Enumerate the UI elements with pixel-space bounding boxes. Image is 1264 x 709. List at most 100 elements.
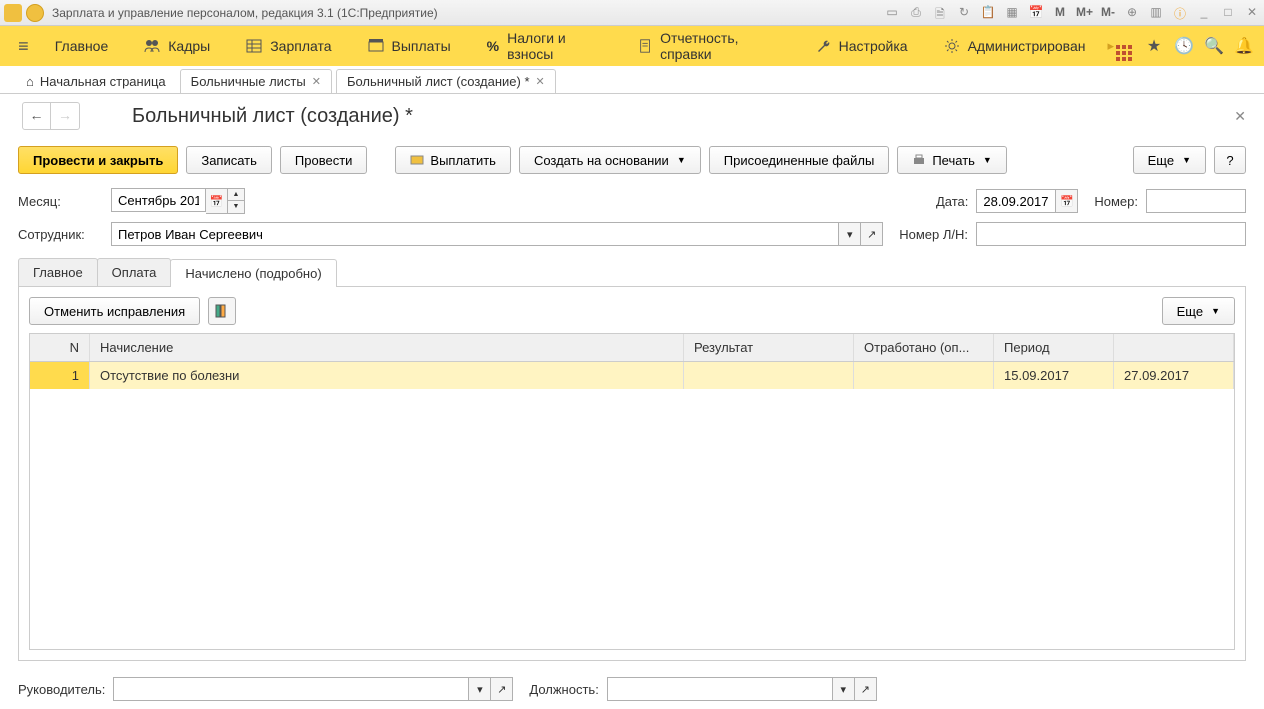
pay-button[interactable]: Выплатить bbox=[395, 146, 511, 174]
calc-icon[interactable]: ▦ bbox=[1004, 5, 1020, 21]
window-title: Зарплата и управление персоналом, редакц… bbox=[52, 6, 884, 20]
print-icon[interactable]: ⎙ bbox=[908, 5, 924, 21]
table-icon bbox=[246, 38, 262, 54]
menu-hr[interactable]: Кадры bbox=[126, 26, 228, 66]
calendar-button[interactable]: 📅 bbox=[1056, 189, 1078, 213]
close-icon[interactable]: ✕ bbox=[312, 75, 321, 88]
month-spinner[interactable]: ▲▼ bbox=[228, 188, 245, 214]
ln-input[interactable] bbox=[976, 222, 1246, 246]
nav-back-button[interactable]: ← bbox=[23, 103, 51, 129]
menu-main[interactable]: Главное bbox=[37, 26, 127, 66]
post-button[interactable]: Провести bbox=[280, 146, 368, 174]
close-icon[interactable]: ✕ bbox=[536, 75, 545, 88]
dropdown-button[interactable]: ▾ bbox=[833, 677, 855, 701]
spinner-up[interactable]: ▲ bbox=[228, 189, 244, 201]
inner-tabs: Главное Оплата Начислено (подробно) bbox=[18, 258, 1246, 287]
chevron-down-icon: ▼ bbox=[1211, 306, 1220, 316]
app-menu-button[interactable] bbox=[26, 4, 44, 22]
nav-buttons: ← → bbox=[22, 102, 80, 130]
print-button[interactable]: Печать▼ bbox=[897, 146, 1007, 174]
employee-input[interactable] bbox=[111, 222, 839, 246]
manager-label: Руководитель: bbox=[18, 682, 105, 697]
zoom-icon[interactable]: ⊕ bbox=[1124, 5, 1140, 21]
cell-n: 1 bbox=[30, 362, 90, 389]
more-button[interactable]: Еще▼ bbox=[1133, 146, 1206, 174]
close-window-icon[interactable]: ✕ bbox=[1244, 5, 1260, 21]
tab-sick-create[interactable]: Больничный лист (создание) * ✕ bbox=[336, 69, 556, 93]
memory-mminus[interactable]: M- bbox=[1100, 5, 1116, 21]
dropdown-button[interactable]: ▾ bbox=[839, 222, 861, 246]
table-row[interactable]: 1 Отсутствие по болезни 15.09.2017 27.09… bbox=[30, 362, 1234, 389]
cell-period-to: 27.09.2017 bbox=[1114, 362, 1234, 389]
calendar-button[interactable]: 📅 bbox=[206, 188, 228, 214]
header-period-to[interactable] bbox=[1114, 334, 1234, 361]
menu-admin[interactable]: Администрирован bbox=[926, 26, 1104, 66]
attached-files-button[interactable]: Присоединенные файлы bbox=[709, 146, 890, 174]
help-button[interactable]: ? bbox=[1214, 146, 1246, 174]
save-button[interactable]: Записать bbox=[186, 146, 272, 174]
cell-accrual: Отсутствие по болезни bbox=[90, 362, 684, 389]
panels-icon[interactable]: ▥ bbox=[1148, 5, 1164, 21]
nav-forward-button[interactable]: → bbox=[51, 103, 79, 129]
post-and-close-button[interactable]: Провести и закрыть bbox=[18, 146, 178, 174]
number-input[interactable] bbox=[1146, 189, 1246, 213]
tab-sick-list[interactable]: Больничные листы ✕ bbox=[180, 69, 332, 93]
inner-tab-payment[interactable]: Оплата bbox=[97, 258, 172, 286]
new-icon[interactable]: ▭ bbox=[884, 5, 900, 21]
dropdown-button[interactable]: ▾ bbox=[469, 677, 491, 701]
position-input[interactable] bbox=[607, 677, 833, 701]
menu-settings[interactable]: Настройка bbox=[797, 26, 926, 66]
menu-salary[interactable]: Зарплата bbox=[228, 26, 349, 66]
app-icon bbox=[4, 4, 22, 22]
table-body-empty bbox=[30, 389, 1234, 649]
notifications-icon[interactable]: 🔔 bbox=[1234, 36, 1254, 56]
sub-toolbar: Отменить исправления Еще▼ bbox=[29, 297, 1235, 325]
inner-tab-accrued[interactable]: Начислено (подробно) bbox=[170, 259, 336, 287]
hamburger-menu[interactable]: ≡ bbox=[10, 36, 37, 57]
columns-button[interactable] bbox=[208, 297, 236, 325]
tab-home[interactable]: ⌂ Начальная страница bbox=[16, 70, 176, 93]
menu-taxes[interactable]: % Налоги и взносы bbox=[469, 26, 620, 66]
create-based-button[interactable]: Создать на основании▼ bbox=[519, 146, 701, 174]
date-input[interactable] bbox=[976, 189, 1056, 213]
memory-m[interactable]: M bbox=[1052, 5, 1068, 21]
memory-mplus[interactable]: M+ bbox=[1076, 5, 1092, 21]
copy-icon[interactable]: 📋 bbox=[980, 5, 996, 21]
more-button-2[interactable]: Еще▼ bbox=[1162, 297, 1235, 325]
page-title: Больничный лист (создание) * bbox=[132, 105, 1222, 128]
refresh-icon[interactable]: ↻ bbox=[956, 5, 972, 21]
calendar-icon[interactable]: 📅 bbox=[1028, 5, 1044, 21]
money-icon bbox=[410, 153, 424, 167]
page-close-button[interactable]: ✕ bbox=[1234, 108, 1246, 125]
info-icon[interactable]: ⓘ bbox=[1172, 5, 1188, 21]
columns-icon bbox=[215, 304, 229, 318]
header-accrual[interactable]: Начисление bbox=[90, 334, 684, 361]
header-period[interactable]: Период bbox=[994, 334, 1114, 361]
spinner-down[interactable]: ▼ bbox=[228, 201, 244, 213]
wallet-icon bbox=[368, 38, 384, 54]
inner-tab-main[interactable]: Главное bbox=[18, 258, 98, 286]
chevron-down-icon: ▼ bbox=[983, 155, 992, 165]
header-n[interactable]: N bbox=[30, 334, 90, 361]
menu-reports[interactable]: Отчетность, справки bbox=[620, 26, 797, 66]
apps-grid-icon[interactable] bbox=[1114, 36, 1134, 56]
position-label: Должность: bbox=[529, 682, 598, 697]
header-result[interactable]: Результат bbox=[684, 334, 854, 361]
manager-input[interactable] bbox=[113, 677, 469, 701]
cancel-fix-button[interactable]: Отменить исправления bbox=[29, 297, 200, 325]
maximize-icon[interactable]: □ bbox=[1220, 5, 1236, 21]
history-icon[interactable]: 🕓 bbox=[1174, 36, 1194, 56]
open-button[interactable]: ↗ bbox=[855, 677, 877, 701]
chevron-down-icon: ▼ bbox=[677, 155, 686, 165]
table-header: N Начисление Результат Отработано (оп...… bbox=[30, 334, 1234, 362]
open-button[interactable]: ↗ bbox=[861, 222, 883, 246]
menu-payments[interactable]: Выплаты bbox=[350, 26, 469, 66]
header-worked[interactable]: Отработано (оп... bbox=[854, 334, 994, 361]
favorite-icon[interactable]: ★ bbox=[1144, 36, 1164, 56]
month-input[interactable] bbox=[111, 188, 206, 212]
search-icon[interactable]: 🔍 bbox=[1204, 36, 1224, 56]
page-header: ← → Больничный лист (создание) * ✕ bbox=[0, 94, 1264, 142]
doc-icon[interactable]: 🗎 bbox=[932, 5, 948, 21]
minimize-icon[interactable]: _ bbox=[1196, 5, 1212, 21]
open-button[interactable]: ↗ bbox=[491, 677, 513, 701]
